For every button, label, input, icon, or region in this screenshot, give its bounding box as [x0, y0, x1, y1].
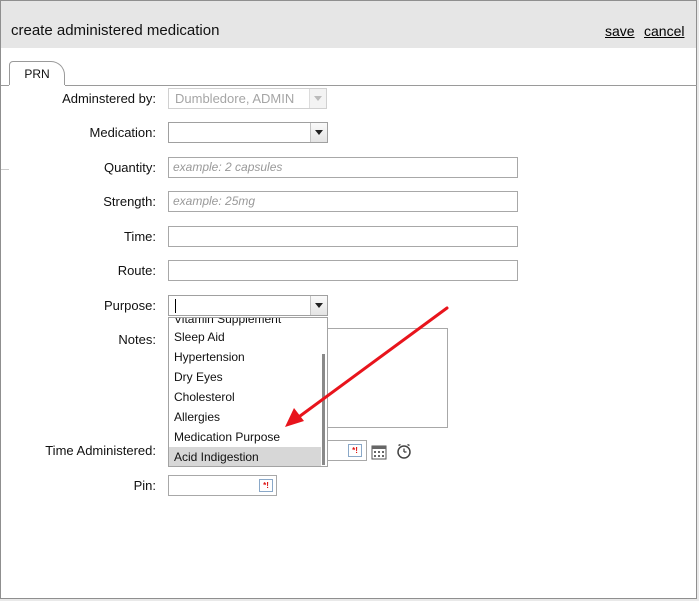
pin-field-tip-icon: *!: [259, 479, 273, 492]
annotation-arrow: [285, 306, 449, 427]
medication-label: Medication:: [89, 125, 156, 140]
tab-prn[interactable]: PRN: [9, 61, 65, 85]
notes-label: Notes:: [118, 332, 156, 347]
calendar-icon[interactable]: [371, 444, 387, 460]
administered-by-select: Dumbledore, ADMIN: [168, 88, 327, 109]
dropdown-option-selected[interactable]: Acid Indigestion: [169, 447, 321, 466]
time-input[interactable]: [168, 226, 518, 247]
route-input[interactable]: [168, 260, 518, 281]
pin-label: Pin:: [133, 478, 156, 493]
medication-select[interactable]: [168, 122, 328, 143]
tab-divider-left: [1, 85, 9, 86]
dialog-title: create administered medication: [11, 22, 220, 39]
cancel-link[interactable]: cancel: [644, 23, 684, 39]
administered-by-chevron-down-icon: [309, 89, 326, 108]
purpose-label: Purpose:: [103, 298, 156, 313]
dialog-window: create administered medication save canc…: [0, 0, 697, 599]
side-divider: [1, 169, 9, 170]
dialog-header: create administered medication save canc…: [1, 1, 696, 48]
text-cursor: [175, 299, 176, 313]
quantity-input[interactable]: example: 2 capsules: [168, 157, 518, 178]
route-label: Route:: [117, 263, 156, 278]
time-administered-label: Time Administered:: [45, 443, 156, 458]
time-label: Time:: [123, 229, 156, 244]
quantity-label: Quantity:: [103, 160, 156, 175]
save-link[interactable]: save: [605, 23, 635, 39]
strength-label: Strength:: [103, 194, 156, 209]
clock-icon[interactable]: [396, 443, 412, 459]
medication-chevron-down-icon[interactable]: [310, 123, 327, 142]
strength-input[interactable]: example: 25mg: [168, 191, 518, 212]
tab-divider: [65, 85, 697, 86]
administered-by-value: Dumbledore, ADMIN: [175, 91, 295, 106]
administered-by-label: Adminstered by:: [62, 91, 156, 106]
time-administered-field-tip-icon: *!: [348, 444, 362, 457]
